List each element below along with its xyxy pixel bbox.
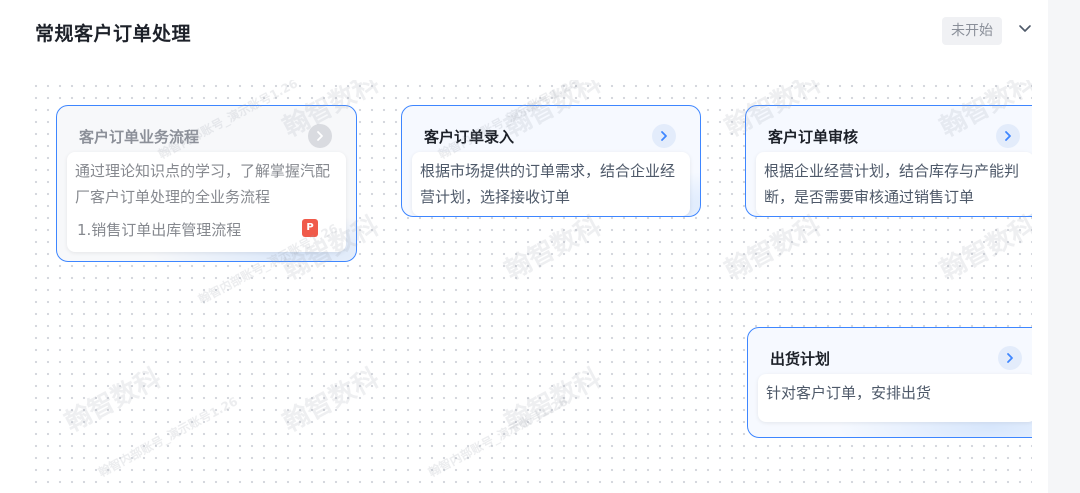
flow-node-order-entry[interactable]: 客户订单录入 根据市场提供的订单需求，结合企业经营计划，选择接收订单	[401, 105, 701, 217]
node-enter-button[interactable]	[998, 346, 1022, 370]
flow-node-business-process[interactable]: 客户订单业务流程 通过理论知识点的学习，了解掌握汽配厂客户订单处理的全业务流程 …	[56, 105, 357, 262]
chevron-right-icon	[317, 131, 323, 141]
node-attachment-link[interactable]: 1.销售订单出库管理流程	[77, 219, 241, 240]
node-description: 根据企业经营计划，结合库存与产能判断，是否需要审核通过销售订单	[756, 152, 1032, 216]
scroll-gutter	[1048, 0, 1080, 493]
status-badge: 未开始	[942, 17, 1002, 45]
node-enter-button[interactable]	[308, 124, 332, 148]
node-title: 客户订单审核	[768, 128, 859, 146]
node-enter-button[interactable]	[996, 124, 1020, 148]
flow-canvas: 客户订单业务流程 通过理论知识点的学习，了解掌握汽配厂客户订单处理的全业务流程 …	[30, 80, 1032, 493]
ppt-file-icon[interactable]: P	[302, 219, 318, 237]
watermark-brand: 翰智数科	[935, 211, 1032, 287]
collapse-button[interactable]	[1016, 20, 1034, 38]
watermark-brand: 翰智数科	[720, 211, 827, 287]
chevron-right-icon	[1007, 353, 1013, 363]
node-enter-button[interactable]	[652, 124, 676, 148]
node-title: 出货计划	[770, 350, 831, 368]
chevron-right-icon	[1005, 131, 1011, 141]
watermark-brand: 翰智数科	[278, 363, 385, 439]
chevron-down-icon	[1019, 25, 1031, 32]
chevron-right-icon	[661, 131, 667, 141]
node-description: 根据市场提供的订单需求，结合企业经营计划，选择接收订单	[412, 152, 690, 216]
flow-node-order-review[interactable]: 客户订单审核 根据企业经营计划，结合库存与产能判断，是否需要审核通过销售订单	[745, 105, 1032, 217]
watermark-tag: 翰智内部账号_演示账号1.26	[96, 394, 241, 480]
flow-node-shipping-plan[interactable]: 出货计划 针对客户订单，安排出货	[747, 327, 1032, 438]
watermark-tag: 翰智内部账号_演示账号1.26	[426, 394, 571, 480]
node-description: 针对客户订单，安排出货	[758, 374, 1032, 422]
watermark-brand: 翰智数科	[500, 211, 607, 287]
watermark-brand: 翰智数科	[500, 363, 607, 439]
node-title: 客户订单录入	[424, 128, 515, 146]
page-title: 常规客户订单处理	[35, 23, 192, 45]
watermark-brand: 翰智数科	[60, 363, 167, 439]
node-title: 客户订单业务流程	[79, 128, 200, 146]
stage-panel: 常规客户订单处理 未开始 客户订单业务流程 通过理论知识点的学习，了解掌握汽配厂…	[0, 0, 1048, 493]
